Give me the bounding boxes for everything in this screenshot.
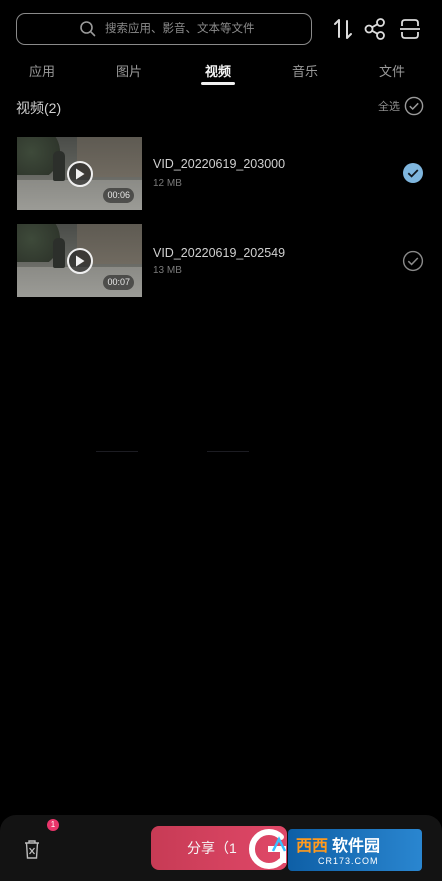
watermark-title: 软件园 — [332, 838, 381, 855]
tab-music[interactable]: 音乐 — [275, 61, 335, 80]
list-item[interactable]: 00:07 VID_20220619_202549 13 MB — [0, 224, 442, 298]
list-item[interactable]: 00:06 VID_20220619_203000 12 MB — [0, 137, 442, 211]
check-icon — [404, 96, 424, 116]
divider — [96, 451, 138, 452]
check-icon[interactable] — [402, 250, 424, 272]
trash-icon[interactable] — [22, 838, 42, 860]
play-icon[interactable] — [67, 161, 93, 187]
scan-button[interactable] — [398, 16, 422, 42]
file-name: VID_20220619_203000 — [153, 157, 286, 171]
file-size: 13 MB — [153, 265, 182, 276]
share-link-button[interactable] — [363, 16, 387, 42]
sort-button[interactable] — [331, 16, 355, 42]
divider — [207, 451, 249, 452]
file-size: 12 MB — [153, 178, 182, 189]
select-all-button[interactable]: 全选 — [378, 96, 424, 116]
search-input[interactable] — [105, 20, 295, 38]
check-icon[interactable] — [402, 162, 424, 184]
file-name: VID_20220619_202549 — [153, 246, 286, 260]
tab-images[interactable]: 图片 — [99, 61, 159, 80]
select-all-label: 全选 — [378, 101, 400, 113]
watermark-logo-icon — [248, 829, 287, 869]
play-icon[interactable] — [67, 248, 93, 274]
sort-icon — [334, 19, 352, 39]
video-thumbnail: 00:06 — [17, 137, 142, 210]
tab-apps[interactable]: 应用 — [12, 61, 72, 80]
watermark-title: 西西 — [296, 838, 329, 855]
scan-icon — [400, 19, 420, 39]
watermark-subtitle: CR173.COM — [318, 856, 379, 866]
badge-count: 1 — [47, 819, 59, 831]
active-tab-indicator — [201, 82, 235, 85]
tab-videos[interactable]: 视频 — [188, 61, 248, 80]
section-title: 视频(2) — [16, 100, 62, 116]
share-button-label: 分享（1 — [187, 840, 237, 856]
search-box[interactable] — [16, 13, 312, 45]
top-bar — [0, 0, 442, 60]
share-icon — [364, 18, 385, 40]
video-thumbnail: 00:07 — [17, 224, 142, 297]
tab-files[interactable]: 文件 — [362, 61, 422, 80]
duration-label: 00:07 — [103, 275, 134, 290]
search-icon — [80, 21, 96, 37]
duration-label: 00:06 — [103, 188, 134, 203]
